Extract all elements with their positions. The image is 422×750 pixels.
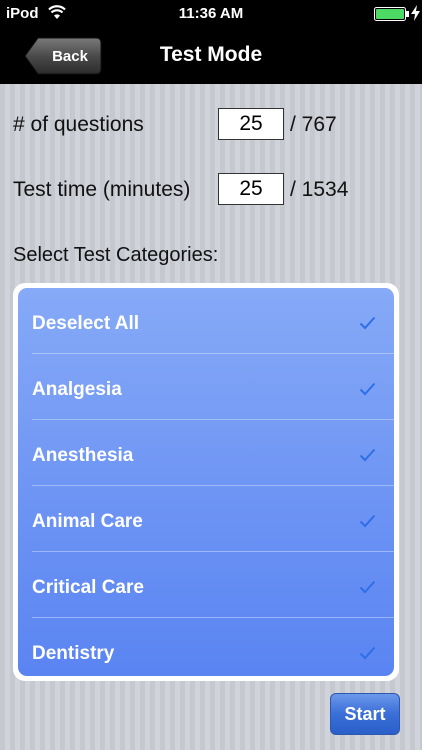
category-label: Dentistry [32,643,115,664]
category-row-critical-care[interactable]: Critical Care [32,552,394,618]
page-title: Test Mode [159,43,263,66]
test-time-input[interactable] [218,173,284,205]
status-time: 11:36 AM [178,5,244,22]
categories-list[interactable]: Deselect All Analgesia Anesthesia Animal… [18,288,394,676]
start-button[interactable]: Start [330,693,400,735]
check-icon [359,448,376,462]
category-row-dentistry[interactable]: Dentistry [32,618,394,676]
status-bar: iPod 11:36 AM [0,0,422,28]
category-label: Animal Care [32,511,143,532]
test-time-label: Test time (minutes) [13,178,191,201]
questions-total: / 767 [290,113,337,136]
deselect-all-row[interactable]: Deselect All [32,288,394,354]
test-time-total: / 1534 [290,178,349,201]
category-label: Anesthesia [32,445,134,466]
questions-count-input[interactable] [218,108,284,140]
questions-label: # of questions [13,113,144,136]
battery-icon [374,7,409,21]
category-label: Analgesia [32,379,122,400]
category-label: Deselect All [32,313,140,334]
categories-panel: Deselect All Analgesia Anesthesia Animal… [13,283,399,681]
category-label: Critical Care [32,577,144,598]
categories-title: Select Test Categories: [13,244,219,266]
check-icon [359,580,376,594]
category-row-anesthesia[interactable]: Anesthesia [32,420,394,486]
check-icon [359,382,376,396]
check-icon [359,316,376,330]
check-icon [359,514,376,528]
navigation-bar: Back Test Mode [0,28,422,84]
category-row-animal-care[interactable]: Animal Care [32,486,394,552]
check-icon [359,646,376,660]
charging-icon [411,5,420,21]
category-row-analgesia[interactable]: Analgesia [32,354,394,420]
